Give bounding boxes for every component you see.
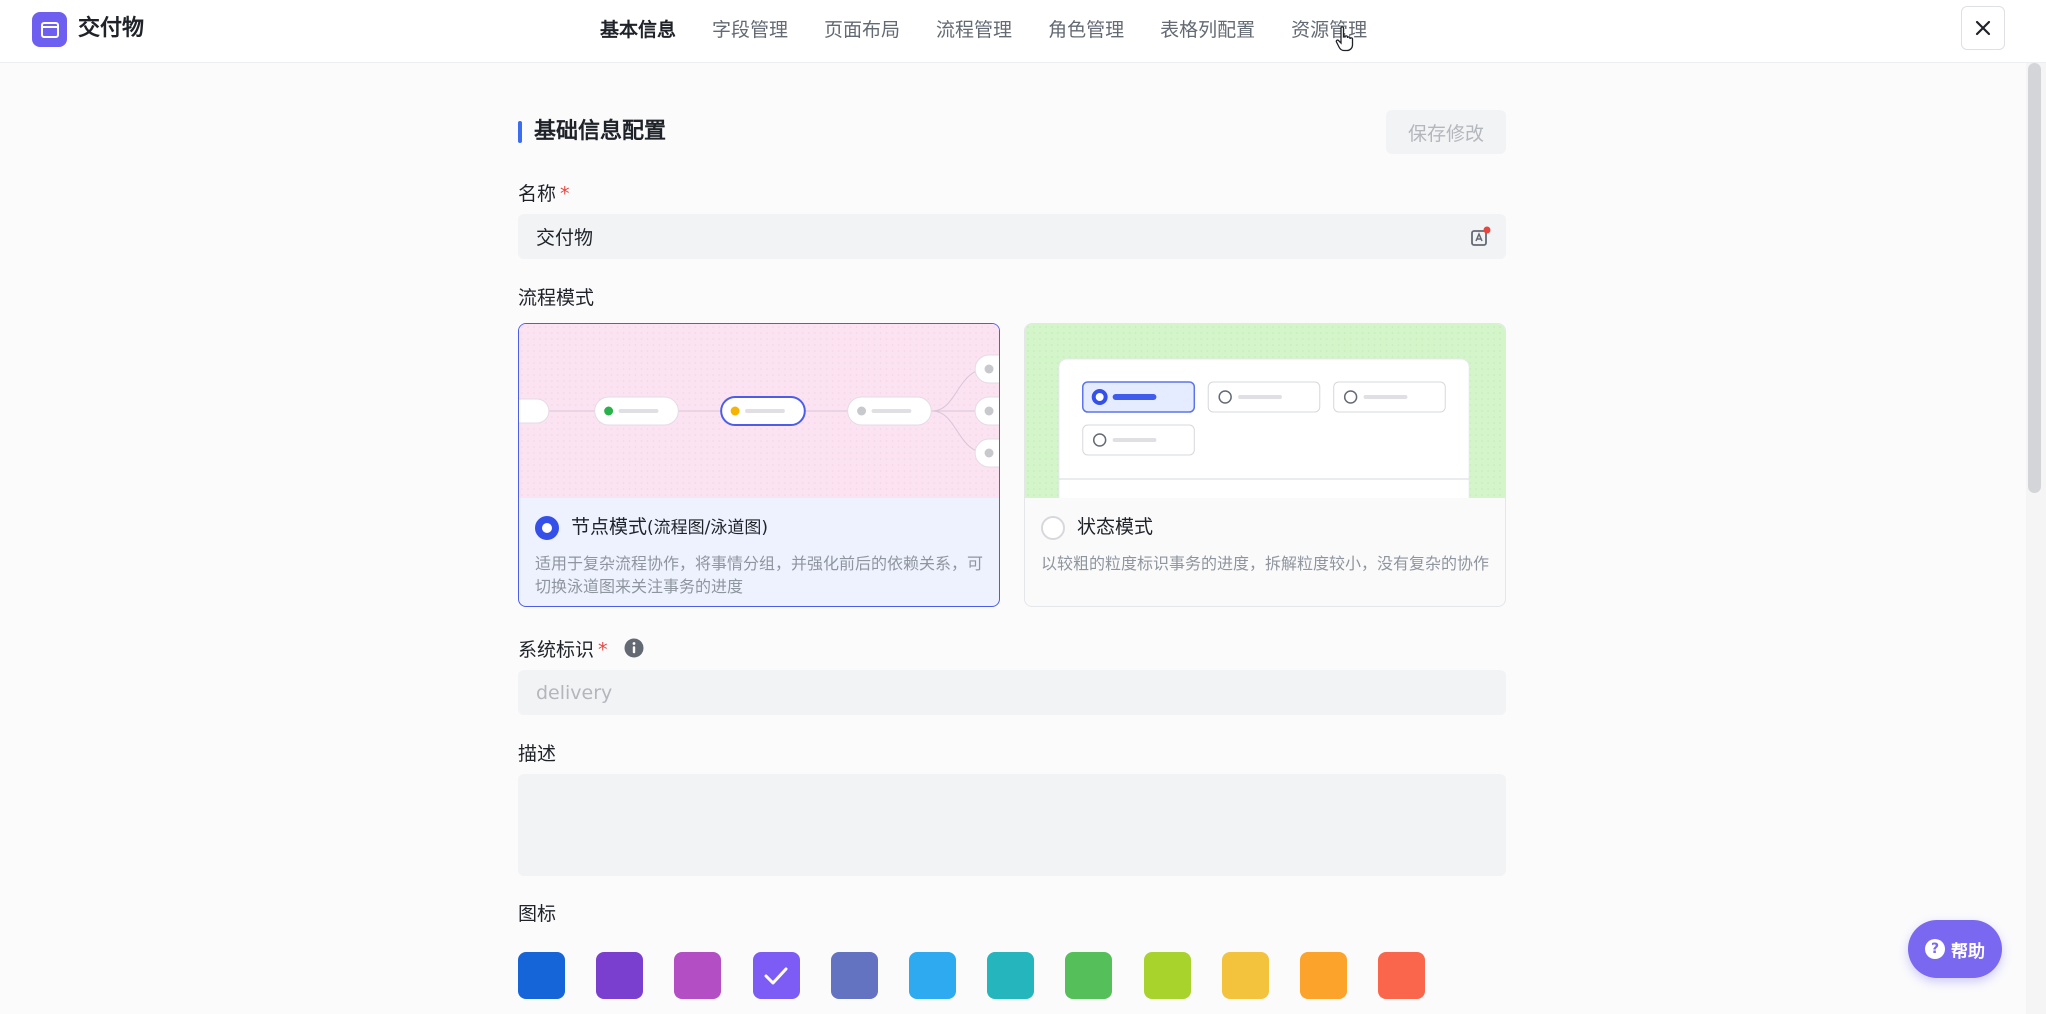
close-icon	[1975, 20, 1991, 36]
description-label: 描述	[518, 743, 557, 765]
node-mode-card[interactable]: 节点模式(流程图/泳道图) 适用于复杂流程协作，将事情分组，并强化前后的依赖关系…	[518, 323, 1000, 607]
color-swatch[interactable]	[1221, 952, 1269, 999]
hand-cursor-icon	[1335, 26, 1354, 52]
name-input-value: 交付物	[536, 227, 594, 249]
folder-icon	[40, 21, 59, 38]
node-mode-illustration	[519, 324, 999, 498]
section-accent-bar	[518, 121, 522, 143]
color-swatch[interactable]	[830, 952, 878, 999]
color-swatch[interactable]	[1065, 952, 1113, 999]
system-id-label: 系统标识 *	[518, 636, 644, 664]
state-mode-description: 以较粗的粒度标识事务的进度，拆解粒度较小，没有复杂的协作	[1041, 554, 1490, 573]
state-mode-name: 状态模式	[1077, 516, 1154, 538]
section-title: 基础信息配置	[534, 119, 667, 144]
state-mode-illustration	[1025, 324, 1505, 498]
color-swatch[interactable]	[1299, 952, 1347, 999]
flow-mode-label: 流程模式	[518, 287, 595, 309]
required-mark: *	[598, 639, 608, 661]
translate-icon[interactable]	[1470, 226, 1492, 248]
scrollbar-thumb[interactable]	[2028, 63, 2041, 493]
node-mode-suffix: (流程图/泳道图)	[647, 518, 769, 538]
help-button[interactable]: ? 帮助	[1908, 920, 2002, 978]
node-mode-name: 节点模式	[571, 516, 648, 538]
color-swatch[interactable]	[1378, 952, 1426, 999]
name-input[interactable]: 交付物	[518, 214, 1506, 259]
node-mode-title: 节点模式(流程图/泳道图)	[571, 513, 768, 542]
tab-table-columns[interactable]: 表格列配置	[1160, 15, 1255, 42]
color-swatch[interactable]	[987, 952, 1035, 999]
icon-label: 图标	[518, 903, 557, 925]
name-label: 名称 *	[518, 180, 570, 208]
tab-page-layout[interactable]: 页面布局	[824, 15, 900, 42]
description-textarea[interactable]	[518, 774, 1506, 876]
tab-flow-management[interactable]: 流程管理	[936, 15, 1012, 42]
node-mode-description: 适用于复杂流程协作，将事情分组，并强化前后的依赖关系，可切换泳道图来关注事务的进…	[535, 554, 984, 596]
help-icon: ?	[1925, 939, 1945, 959]
system-id-label-text: 系统标识	[518, 639, 595, 661]
app-logo	[32, 12, 67, 47]
top-bar: 交付物 基本信息 字段管理 页面布局 流程管理 角色管理 表格列配置 资源管理	[0, 0, 2046, 63]
app-title: 交付物	[78, 16, 145, 41]
save-button[interactable]: 保存修改	[1386, 110, 1506, 154]
color-swatch[interactable]	[752, 952, 800, 999]
tab-role-management[interactable]: 角色管理	[1048, 15, 1124, 42]
color-swatch[interactable]	[908, 952, 956, 999]
system-id-input[interactable]: delivery	[518, 670, 1506, 715]
help-label: 帮助	[1951, 941, 1985, 962]
color-swatch[interactable]	[518, 952, 565, 999]
required-mark: *	[560, 183, 570, 205]
state-mode-radio[interactable]	[1041, 516, 1065, 540]
tab-field-management[interactable]: 字段管理	[712, 15, 788, 42]
icon-color-swatches	[518, 952, 1456, 999]
color-swatch[interactable]	[1143, 952, 1191, 999]
state-mode-card[interactable]: 状态模式 以较粗的粒度标识事务的进度，拆解粒度较小，没有复杂的协作	[1024, 323, 1506, 607]
check-icon	[764, 967, 788, 984]
name-label-text: 名称	[518, 183, 557, 205]
color-swatch[interactable]	[674, 952, 722, 999]
close-button[interactable]	[1961, 6, 2005, 50]
top-nav: 基本信息 字段管理 页面布局 流程管理 角色管理 表格列配置 资源管理	[600, 0, 1403, 56]
node-mode-radio[interactable]	[535, 516, 559, 540]
color-swatch[interactable]	[596, 952, 644, 999]
tab-basic-info[interactable]: 基本信息	[600, 15, 676, 42]
info-icon[interactable]	[624, 638, 644, 658]
